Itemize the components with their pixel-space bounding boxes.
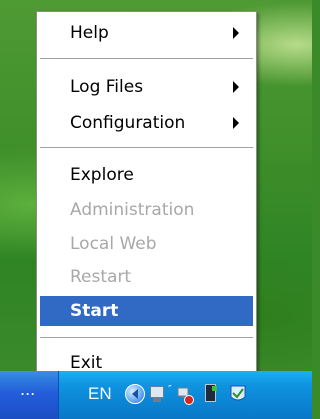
menu-item-label: Local Web: [70, 234, 157, 254]
menu-separator: [40, 58, 253, 60]
menu-separator: [40, 147, 253, 149]
show-hidden-icons-chevron-icon[interactable]: [125, 384, 145, 404]
menu-item-help[interactable]: Help: [40, 18, 253, 48]
menu-item-log-files[interactable]: Log Files: [40, 72, 253, 102]
submenu-arrow-icon: [233, 117, 239, 129]
menu-item-label: Log Files: [70, 77, 144, 97]
menu-item-configuration[interactable]: Configuration: [40, 108, 253, 138]
error-badge-icon: [184, 395, 194, 405]
menu-item-administration: Administration: [40, 195, 253, 225]
menu-item-label: Restart: [70, 267, 132, 287]
menu-item-label: Configuration: [70, 113, 186, 133]
menu-item-start[interactable]: Start: [40, 296, 253, 326]
network-stand-icon: [153, 398, 161, 402]
language-indicator[interactable]: EN: [88, 384, 112, 404]
status-indicator-icon: [212, 386, 217, 391]
menu-item-explore[interactable]: Explore: [40, 160, 253, 190]
tray-context-menu: Help Log Files Configuration Explore Adm…: [36, 11, 257, 387]
menu-item-label: Administration: [70, 200, 195, 220]
taskbar-overflow-text[interactable]: ...: [20, 380, 35, 399]
shield-check-icon[interactable]: [229, 384, 247, 404]
menu-item-label: Explore: [70, 165, 134, 185]
menu-item-restart: Restart: [40, 262, 253, 292]
menu-item-label: Exit: [70, 353, 103, 373]
submenu-arrow-icon: [233, 27, 239, 39]
menu-separator: [40, 337, 253, 339]
submenu-arrow-icon: [233, 81, 239, 93]
menu-item-local-web: Local Web: [40, 229, 253, 259]
menu-item-label: Start: [70, 301, 119, 321]
network-icon[interactable]: [150, 386, 164, 398]
menu-item-label: Help: [70, 23, 109, 43]
network-activity-icon: ″: [168, 384, 172, 395]
